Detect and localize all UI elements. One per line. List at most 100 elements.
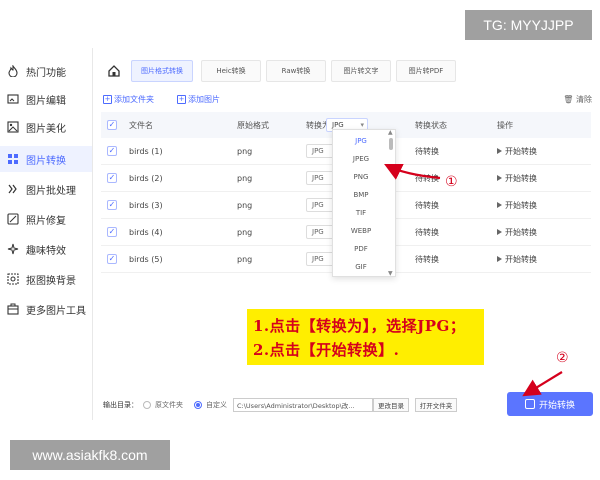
sidebar-item-label: 图片美化 [26,123,66,135]
col-status: 转换状态 [415,120,447,130]
tab-heic[interactable]: Heic转换 [201,60,261,82]
toolbox-icon [6,302,20,316]
sidebar-item-edit[interactable]: 图片编辑 [0,86,92,112]
select-all-checkbox[interactable]: ✓ [107,120,117,130]
sidebar-item-label: 趣味特效 [26,245,66,257]
sidebar-item-label: 照片修复 [26,215,66,227]
tab-format-convert[interactable]: 图片格式转换 [131,60,193,82]
radio-custom-folder[interactable] [194,401,202,409]
dropdown-option-webp[interactable]: WEBP [333,222,389,240]
watermark-bottom: www.asiakfk8.com [10,440,170,470]
image-edit-icon [6,92,20,106]
row-checkbox[interactable]: ✓ [107,173,117,183]
instruction-line-2: 2.点击【开始转换】. [253,341,400,359]
radio-original-label: 原文件夹 [155,401,183,409]
scroll-up-icon[interactable]: ▲ [388,129,393,136]
sidebar: 热门功能 图片编辑 图片美化 图片转换 图片批处理 照片修复 趣味特效 抠图换背… [0,48,92,420]
sidebar-item-label: 抠图换背景 [26,275,76,287]
scroll-thumb[interactable] [389,138,393,150]
sidebar-item-batch[interactable]: 图片批处理 [0,176,92,202]
change-dir-button[interactable]: 更改目录 [373,398,409,412]
row-checkbox[interactable]: ✓ [107,146,117,156]
effects-icon [6,242,20,256]
start-convert-button[interactable]: 开始转换 [507,392,593,416]
row-filename: birds (1) [129,146,163,156]
file-toolbar: + 添加文件夹 + 添加图片 🗑 清除 [93,92,600,108]
dropdown-option-gif[interactable]: GIF [333,258,389,276]
row-status: 待转换 [415,227,439,237]
row-format: png [237,227,253,237]
plus-icon: + [177,95,186,104]
dropdown-option-png[interactable]: PNG [333,168,389,186]
sidebar-item-cutout[interactable]: 抠图换背景 [0,266,92,292]
output-path-input[interactable]: C:\Users\Administrator\Desktop\改... [233,398,373,412]
sidebar-item-label: 图片转换 [26,155,66,167]
sidebar-item-beautify[interactable]: 图片美化 [0,114,92,140]
row-checkbox[interactable]: ✓ [107,227,117,237]
sidebar-item-hot[interactable]: 热门功能 [0,58,92,84]
plus-icon: + [103,95,112,104]
watermark-top: TG: MYYJJPP [465,10,592,40]
home-button[interactable] [105,62,123,80]
open-folder-button[interactable]: 打开文件夹 [415,398,457,412]
add-folder-button[interactable]: + 添加文件夹 [103,94,154,105]
convert-icon [6,152,20,166]
sidebar-item-more[interactable]: 更多图片工具 [0,296,92,322]
convert-icon [524,399,535,409]
sidebar-item-repair[interactable]: 照片修复 [0,206,92,232]
play-icon [497,148,502,154]
tab-raw[interactable]: Raw转换 [266,60,326,82]
play-icon [497,256,502,262]
clear-button[interactable]: 🗑 清除 [563,94,592,105]
row-format: png [237,146,253,156]
row-checkbox[interactable]: ✓ [107,254,117,264]
row-format: png [237,173,253,183]
dropdown-option-pdf[interactable]: PDF [333,240,389,258]
row-start-button[interactable]: 开始转换 [497,165,537,191]
dropdown-option-jpg[interactable]: JPG [333,132,389,150]
tab-image-to-pdf[interactable]: 图片转PDF [396,60,456,82]
output-footer: 输出目录： 原文件夹 自定义 C:\Users\Administrator\De… [93,380,600,420]
format-dropdown: JPG JPEG PNG BMP TIF WEBP PDF GIF ▲ ▼ [332,129,396,277]
row-status: 待转换 [415,146,439,156]
row-start-button[interactable]: 开始转换 [497,246,537,272]
chevron-down-icon: ▾ [360,121,364,129]
instruction-line-1: 1.点击【转换为】，选择JPG； [253,317,466,335]
row-status: 待转换 [415,173,439,183]
row-checkbox[interactable]: ✓ [107,200,117,210]
row-filename: birds (3) [129,200,163,210]
row-status: 待转换 [415,254,439,264]
radio-original-folder[interactable] [143,401,151,409]
tab-bar: 图片格式转换 Heic转换 Raw转换 图片转文字 图片转PDF [93,58,600,84]
sidebar-item-label: 图片编辑 [26,95,66,107]
play-icon [497,229,502,235]
batch-icon [6,182,20,196]
sidebar-item-convert[interactable]: 图片转换 [0,146,92,172]
sidebar-item-label: 图片批处理 [26,185,76,197]
radio-custom-label: 自定义 [206,401,227,409]
row-format: png [237,254,253,264]
image-beautify-icon [6,120,20,134]
instruction-banner: 1.点击【转换为】，选择JPG； 2.点击【开始转换】. [247,309,484,365]
row-filename: birds (4) [129,227,163,237]
play-icon [497,202,502,208]
tab-image-to-text[interactable]: 图片转文字 [331,60,391,82]
row-filename: birds (2) [129,173,163,183]
col-filename: 文件名 [129,120,153,130]
dropdown-scrollbar[interactable]: ▲ ▼ [388,129,394,277]
play-icon [497,175,502,181]
dropdown-option-bmp[interactable]: BMP [333,186,389,204]
row-start-button[interactable]: 开始转换 [497,192,537,218]
home-icon [108,65,120,77]
col-original-format: 原始格式 [237,120,269,130]
add-image-button[interactable]: + 添加图片 [177,94,220,105]
dropdown-option-tif[interactable]: TIF [333,204,389,222]
sidebar-item-label: 更多图片工具 [26,305,86,317]
row-start-button[interactable]: 开始转换 [497,219,537,245]
row-start-button[interactable]: 开始转换 [497,138,537,164]
trash-icon: 🗑 [563,95,574,104]
dropdown-option-jpeg[interactable]: JPEG [333,150,389,168]
scroll-down-icon[interactable]: ▼ [388,270,393,277]
flame-icon [6,64,20,78]
sidebar-item-effects[interactable]: 趣味特效 [0,236,92,262]
